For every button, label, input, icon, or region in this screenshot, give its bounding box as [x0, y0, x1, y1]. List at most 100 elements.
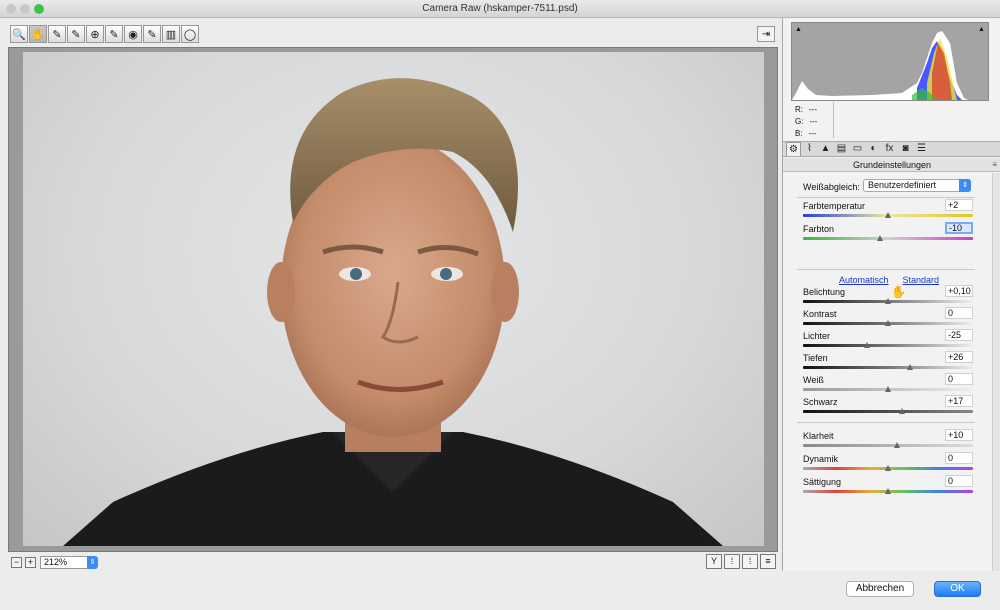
fullscreen-toggle-button[interactable]: ⇥ — [757, 26, 775, 42]
saettigung-value-field[interactable]: 0 — [945, 475, 973, 487]
saettigung-label: Sättigung — [803, 477, 842, 487]
zoom-in-button[interactable]: + — [25, 556, 36, 568]
cancel-button[interactable]: Abbrechen — [846, 581, 914, 597]
image-preview-area[interactable] — [8, 47, 778, 552]
presets-tab-icon[interactable]: ☰ — [914, 142, 929, 156]
zoom-level-value: 212% — [44, 556, 68, 567]
preview-settings-icon[interactable]: ≡ — [760, 554, 776, 569]
before-after-left-icon[interactable]: ⁞ — [724, 554, 740, 569]
farbton-label: Farbton — [803, 224, 835, 234]
kontrast-thumb[interactable] — [885, 320, 891, 326]
klarheit-slider[interactable]: Klarheit +10 — [803, 429, 973, 453]
belichtung-value-field[interactable]: +0,10 — [945, 285, 973, 297]
lichter-thumb[interactable] — [863, 342, 870, 348]
kontrast-value-field[interactable]: 0 — [945, 307, 973, 319]
schwarz-track[interactable] — [803, 410, 973, 413]
graduated-filter-tool-icon[interactable]: ▥ — [162, 25, 180, 43]
saettigung-slider[interactable]: Sättigung 0 — [803, 475, 973, 499]
histogram-graph — [792, 31, 968, 100]
portrait-illustration — [63, 78, 723, 546]
tiefen-thumb[interactable] — [907, 364, 914, 370]
lichter-value-field[interactable]: -25 — [945, 329, 973, 341]
saettigung-thumb[interactable] — [885, 488, 891, 494]
tiefen-track[interactable] — [803, 366, 973, 369]
lichter-label: Lichter — [803, 331, 831, 341]
belichtung-label: Belichtung — [803, 287, 846, 297]
r-value: --- — [809, 105, 817, 114]
hand-tool-icon[interactable]: ✋ — [29, 25, 47, 43]
klarheit-thumb[interactable] — [893, 442, 900, 448]
zoom-level-select[interactable]: 212% ⇕ — [40, 555, 98, 569]
hand-cursor-icon: ✋ — [891, 285, 906, 299]
farbton-slider[interactable]: Farbton -10 — [803, 222, 973, 246]
default-link[interactable]: Standard — [903, 275, 940, 285]
split-toning-tab-icon[interactable]: ▭ — [850, 142, 865, 156]
adjustment-brush-tool-icon[interactable]: ✎ — [143, 25, 161, 43]
camera-raw-window: Camera Raw (hskamper-7511.psd) 🔍 ✋ ✎ ✎ ⊕ ✎ ◉ ✎ ▥… — [0, 0, 1000, 610]
divider — [797, 197, 975, 198]
detail-tab-icon[interactable]: ▲ — [818, 142, 833, 156]
farbtemperatur-slider[interactable]: Farbtemperatur +2 — [803, 199, 973, 223]
white-balance-select[interactable]: Benutzerdefiniert ⇕ — [863, 179, 971, 192]
klarheit-value-field[interactable]: +10 — [945, 429, 973, 441]
before-after-right-icon[interactable]: ⁞ — [742, 554, 758, 569]
panel-header: Grundeinstellungen ≡ — [783, 158, 1000, 172]
panel-scrollbar[interactable] — [992, 173, 1000, 571]
chevron-updown-icon: ⇕ — [87, 555, 98, 569]
basic-tab-icon[interactable]: ⚙ — [786, 142, 801, 156]
lens-tab-icon[interactable]: ◐ — [866, 142, 881, 156]
auto-default-links: Automatisch Standard — [839, 275, 939, 285]
effects-tab-icon[interactable]: fx — [882, 142, 897, 156]
g-value: --- — [809, 117, 818, 126]
weiss-slider[interactable]: Weiß 0 — [803, 373, 973, 397]
title-bar: Camera Raw (hskamper-7511.psd) — [0, 0, 1000, 18]
red-eye-tool-icon[interactable]: ◉ — [124, 25, 142, 43]
divider — [797, 269, 975, 270]
color-sampler-tool-icon[interactable]: ✎ — [67, 25, 85, 43]
dynamik-label: Dynamik — [803, 454, 839, 464]
ok-button[interactable]: OK — [934, 581, 981, 597]
rgb-readout: R: --- G: --- B: --- — [795, 104, 835, 140]
g-label: G: — [795, 117, 804, 126]
basic-panel: Weißabgleich: Benutzerdefiniert ⇕ Automa… — [783, 173, 993, 571]
tone-curve-tab-icon[interactable]: ⌇ — [802, 142, 817, 156]
targeted-adjustment-tool-icon[interactable]: ⊕ — [86, 25, 104, 43]
klarheit-track[interactable] — [803, 444, 973, 447]
weiss-label: Weiß — [803, 375, 824, 385]
zoom-tool-icon[interactable]: 🔍 — [10, 25, 28, 43]
divider — [833, 102, 834, 138]
farbtemperatur-value-field[interactable]: +2 — [945, 199, 973, 211]
zoom-out-button[interactable]: − — [11, 556, 22, 568]
klarheit-label: Klarheit — [803, 431, 834, 441]
kontrast-slider[interactable]: Kontrast 0 — [803, 307, 973, 331]
farbtemperatur-thumb[interactable] — [885, 212, 891, 218]
lichter-track[interactable] — [803, 344, 973, 347]
weiss-value-field[interactable]: 0 — [945, 373, 973, 385]
spot-removal-tool-icon[interactable]: ✎ — [105, 25, 123, 43]
lichter-slider[interactable]: Lichter -25 — [803, 329, 973, 353]
tiefen-slider[interactable]: Tiefen +26 — [803, 351, 973, 375]
tiefen-value-field[interactable]: +26 — [945, 351, 973, 363]
schwarz-thumb[interactable] — [899, 408, 906, 414]
white-balance-tool-icon[interactable]: ✎ — [48, 25, 66, 43]
hsl-tab-icon[interactable]: ▤ — [834, 142, 849, 156]
schwarz-slider[interactable]: Schwarz +17 — [803, 395, 973, 419]
b-value: --- — [808, 129, 817, 138]
camera-calibration-tab-icon[interactable]: ◙ — [898, 142, 913, 156]
schwarz-value-field[interactable]: +17 — [945, 395, 973, 407]
weiss-thumb[interactable] — [885, 386, 891, 392]
auto-link[interactable]: Automatisch — [839, 275, 889, 285]
belichtung-slider[interactable]: Belichtung +0,10 — [803, 285, 973, 309]
farbton-track[interactable] — [803, 237, 973, 240]
highlight-clipping-warning-icon[interactable]: ▲ — [978, 26, 987, 33]
dynamik-slider[interactable]: Dynamik 0 — [803, 452, 973, 476]
dynamik-thumb[interactable] — [885, 465, 891, 471]
panel-menu-icon[interactable]: ≡ — [992, 158, 997, 172]
before-after-toggle-icon[interactable]: Y — [706, 554, 722, 569]
dynamik-value-field[interactable]: 0 — [945, 452, 973, 464]
shadow-clipping-warning-icon[interactable]: ▲ — [795, 26, 804, 33]
farbton-thumb[interactable] — [876, 235, 883, 241]
chevron-updown-icon: ⇕ — [959, 179, 971, 192]
farbton-value-field[interactable]: -10 — [945, 222, 973, 234]
radial-filter-tool-icon[interactable]: ◯ — [181, 25, 199, 43]
